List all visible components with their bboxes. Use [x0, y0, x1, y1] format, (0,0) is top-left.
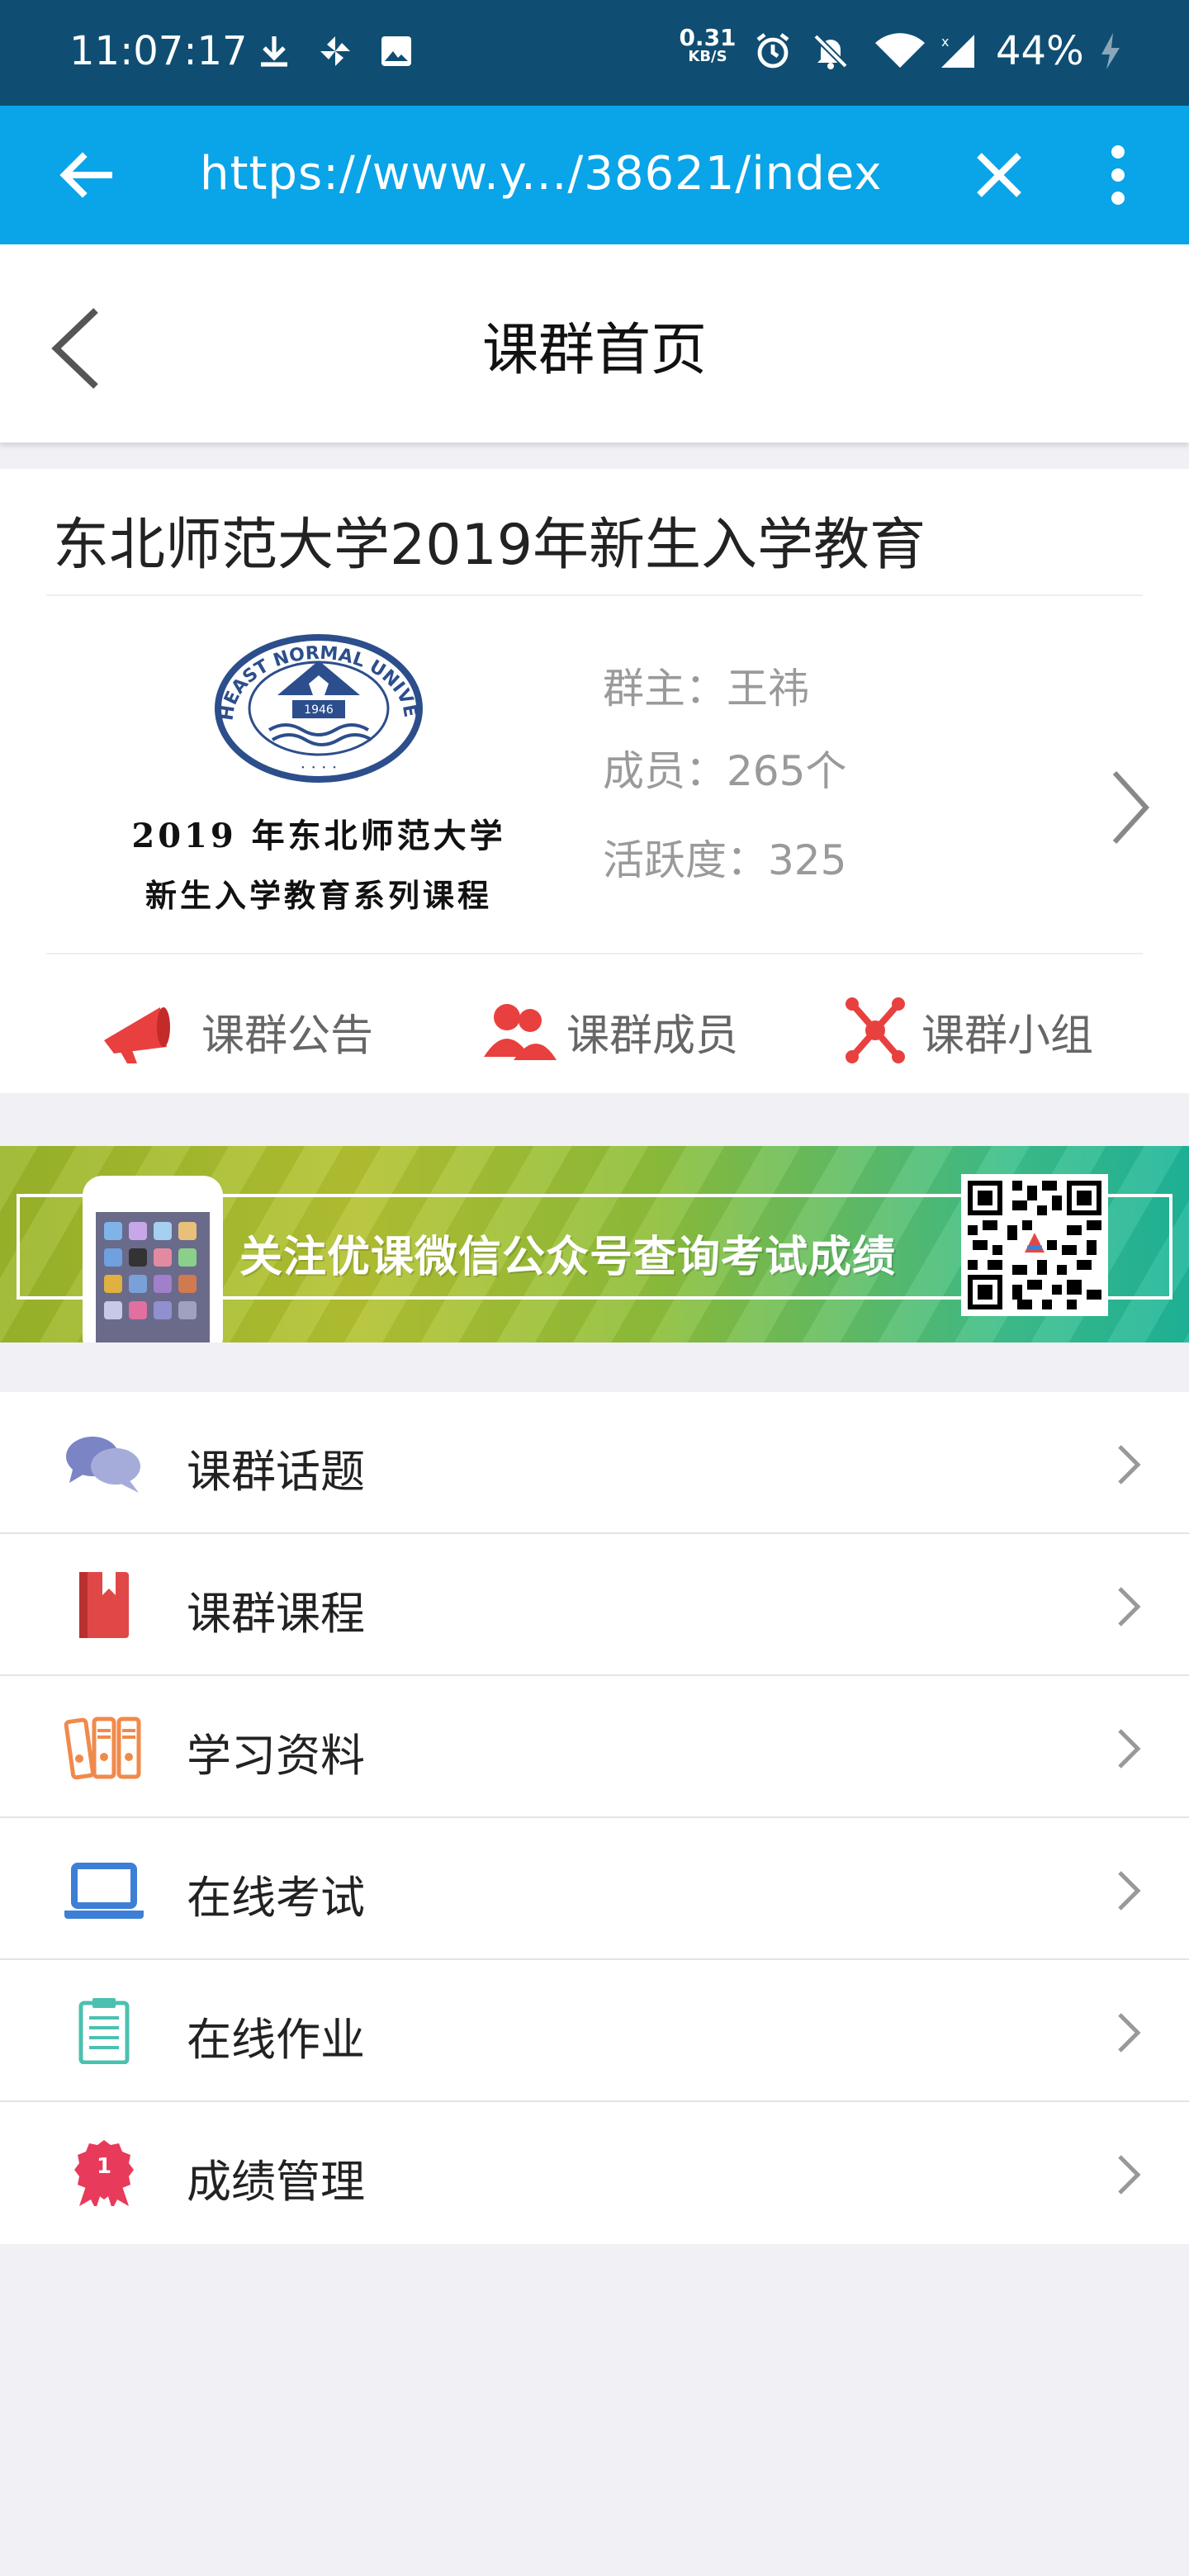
menu-item-grades[interactable]: 1 成绩管理: [0, 2102, 1189, 2244]
menu-item-label: 课群话题: [187, 1446, 365, 1498]
menu-item-label: 学习资料: [187, 1730, 365, 1782]
banner-text: 关注优课微信公众号查询考试成绩: [239, 1233, 897, 1282]
page-title: 课群首页: [481, 318, 707, 383]
menu-item-label: 在线作业: [187, 2014, 365, 2066]
chevron-right-icon[interactable]: [1110, 766, 1151, 849]
page-header: 课群首页: [0, 244, 1189, 443]
phone-screen: [96, 1212, 210, 1342]
clipboard-icon: [78, 1998, 130, 2064]
megaphone-icon: [104, 1007, 170, 1063]
menu-item-topics[interactable]: 课群话题: [0, 1392, 1189, 1534]
divider: [46, 594, 1143, 596]
status-time: 11:07:17: [69, 28, 248, 74]
svg-text:· · · ·: · · · ·: [301, 757, 338, 777]
menu-item-label: 课群课程: [187, 1588, 365, 1640]
book-icon: [79, 1572, 129, 1638]
university-seal-icon: 1946 NORTHEAST NORMAL UNIVERSITY · · · ·: [187, 627, 423, 783]
battery-icon: [1101, 33, 1120, 69]
status-bar: 11:07:17 0.31 KB/S x 44%: [0, 0, 1189, 106]
divider: [46, 953, 1143, 954]
download-icon: [261, 36, 287, 67]
menu-item-label: 在线考试: [187, 1872, 365, 1924]
chevron-right-icon: [1118, 1445, 1141, 1485]
chevron-right-icon: [1118, 2155, 1141, 2195]
quick-action-subgroups[interactable]: 课群小组: [839, 989, 1153, 1063]
logo-caption-line2: 新生入学教育系列课程: [144, 877, 492, 914]
signal-icon: x: [941, 34, 974, 68]
chevron-right-icon: [1118, 1587, 1141, 1627]
pinwheel-icon: [320, 36, 350, 66]
laptop-icon: [64, 1863, 144, 1919]
group-card: 东北师范大学2019年新生入学教育 1946 NORTHEAST NORMAL …: [0, 469, 1189, 1093]
alarm-icon: [756, 33, 789, 69]
quick-action-announcement[interactable]: 课群公告: [97, 989, 395, 1063]
members-icon: [484, 1004, 557, 1060]
quick-action-label: 课群公告: [201, 1011, 374, 1061]
svg-text:1946: 1946: [304, 703, 334, 717]
group-name: 东北师范大学2019年新生入学教育: [53, 513, 926, 578]
svg-text:x: x: [941, 34, 949, 50]
menu-item-exams[interactable]: 在线考试: [0, 1818, 1189, 1960]
wifi-icon: [875, 33, 925, 68]
binders-icon: [64, 1717, 141, 1780]
quick-action-label: 课群成员: [566, 1011, 739, 1061]
browser-toolbar: https://www.y.../38621/index: [0, 106, 1189, 244]
image-icon: [381, 36, 411, 66]
quick-action-label: 课群小组: [921, 1011, 1094, 1061]
app-grid-icon: [104, 1222, 197, 1319]
group-logo[interactable]: 1946 NORTHEAST NORMAL UNIVERSITY · · · ·…: [104, 627, 533, 933]
battery-percent: 44%: [996, 28, 1084, 74]
chevron-right-icon: [1118, 1871, 1141, 1911]
qr-code: [961, 1174, 1108, 1316]
menu-item-materials[interactable]: 学习资料: [0, 1676, 1189, 1818]
group-owner: 群主：王祎: [603, 665, 809, 713]
quick-action-members[interactable]: 课群成员: [477, 989, 758, 1063]
bell-off-icon: [813, 34, 848, 69]
arrow-left-icon[interactable]: [53, 142, 119, 208]
chat-bubbles-icon: [66, 1437, 140, 1493]
menu-item-homework[interactable]: 在线作业: [0, 1960, 1189, 2102]
logo-caption-line1: 2019 年东北师范大学: [131, 817, 506, 855]
phone-illustration: [83, 1176, 223, 1342]
group-activity: 活跃度：325: [603, 836, 847, 884]
group-nodes-icon: [846, 997, 905, 1063]
menu-item-label: 成绩管理: [187, 2156, 365, 2208]
award-badge-icon: 1: [74, 2140, 134, 2206]
menu-item-courses[interactable]: 课群课程: [0, 1534, 1189, 1676]
chevron-right-icon: [1118, 1729, 1141, 1769]
more-vertical-icon[interactable]: [1095, 142, 1141, 208]
promo-banner[interactable]: 关注优课微信公众号查询考试成绩: [0, 1146, 1189, 1342]
feature-menu: 课群话题 课群课程 学习资料 在线考试 在线作业 1 成绩管理: [0, 1392, 1189, 2244]
group-members-count: 成员：265个: [603, 747, 847, 795]
qr-code-icon: [968, 1181, 1101, 1309]
net-speed: 0.31 KB/S: [679, 24, 737, 65]
svg-text:1: 1: [97, 2154, 111, 2179]
url-field[interactable]: https://www.y.../38621/index: [200, 147, 882, 201]
close-icon[interactable]: [966, 142, 1032, 208]
chevron-right-icon: [1118, 2013, 1141, 2053]
